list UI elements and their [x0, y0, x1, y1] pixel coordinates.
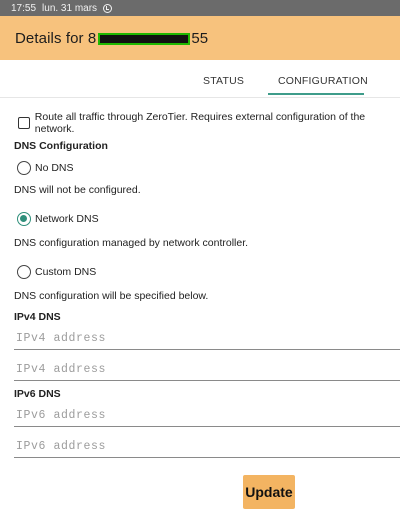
radio-no-dns-label: No DNS: [35, 162, 74, 174]
ipv4-address-input-2[interactable]: [14, 359, 400, 380]
tab-indicator: [268, 93, 364, 95]
status-date: lun. 31 mars: [42, 2, 98, 14]
radio-custom-dns-label: Custom DNS: [35, 266, 97, 278]
custom-dns-description: DNS configuration will be specified belo…: [14, 290, 209, 302]
radio-network-dns[interactable]: Network DNS: [14, 212, 99, 226]
tab-configuration[interactable]: CONFIGURATION: [278, 75, 368, 87]
ipv6-address-input-2[interactable]: [14, 436, 400, 457]
radio-button[interactable]: [17, 161, 31, 175]
ipv6-address-input-1[interactable]: [14, 405, 400, 426]
radio-button-checked[interactable]: [17, 212, 31, 226]
tab-status[interactable]: STATUS: [203, 75, 244, 87]
update-button[interactable]: Update: [243, 475, 295, 509]
status-bar: 17:55 lun. 31 mars: [0, 0, 400, 16]
route-all-label: Route all traffic through ZeroTier. Requ…: [34, 111, 366, 135]
radio-custom-dns[interactable]: Custom DNS: [14, 265, 96, 279]
ipv4-address-input-1[interactable]: [14, 328, 400, 349]
ipv4-dns-heading: IPv4 DNS: [14, 311, 61, 323]
sync-icon: [103, 3, 113, 13]
ipv4-address-field-1[interactable]: [14, 328, 400, 350]
redaction-box: [98, 33, 191, 46]
radio-no-dns[interactable]: No DNS: [14, 161, 74, 175]
app-bar: Details for 8 55: [0, 16, 400, 60]
dns-config-heading: DNS Configuration: [14, 140, 108, 152]
ipv4-address-field-2[interactable]: [14, 359, 400, 381]
page-title: Details for 8 55: [15, 30, 208, 47]
route-all-checkbox[interactable]: Route all traffic through ZeroTier. Requ…: [14, 111, 400, 135]
ipv6-dns-heading: IPv6 DNS: [14, 388, 61, 400]
network-dns-description: DNS configuration managed by network con…: [14, 237, 249, 249]
checkbox-box[interactable]: [18, 117, 30, 129]
page-title-prefix: Details for 8: [15, 29, 97, 47]
ipv6-address-field-2[interactable]: [14, 436, 400, 458]
ipv6-address-field-1[interactable]: [14, 405, 400, 427]
tab-bar: STATUS CONFIGURATION: [0, 60, 400, 98]
status-time: 17:55: [11, 2, 37, 14]
page-title-suffix: 55: [191, 29, 209, 47]
no-dns-description: DNS will not be configured.: [14, 184, 141, 196]
radio-network-dns-label: Network DNS: [35, 213, 99, 225]
radio-button[interactable]: [17, 265, 31, 279]
